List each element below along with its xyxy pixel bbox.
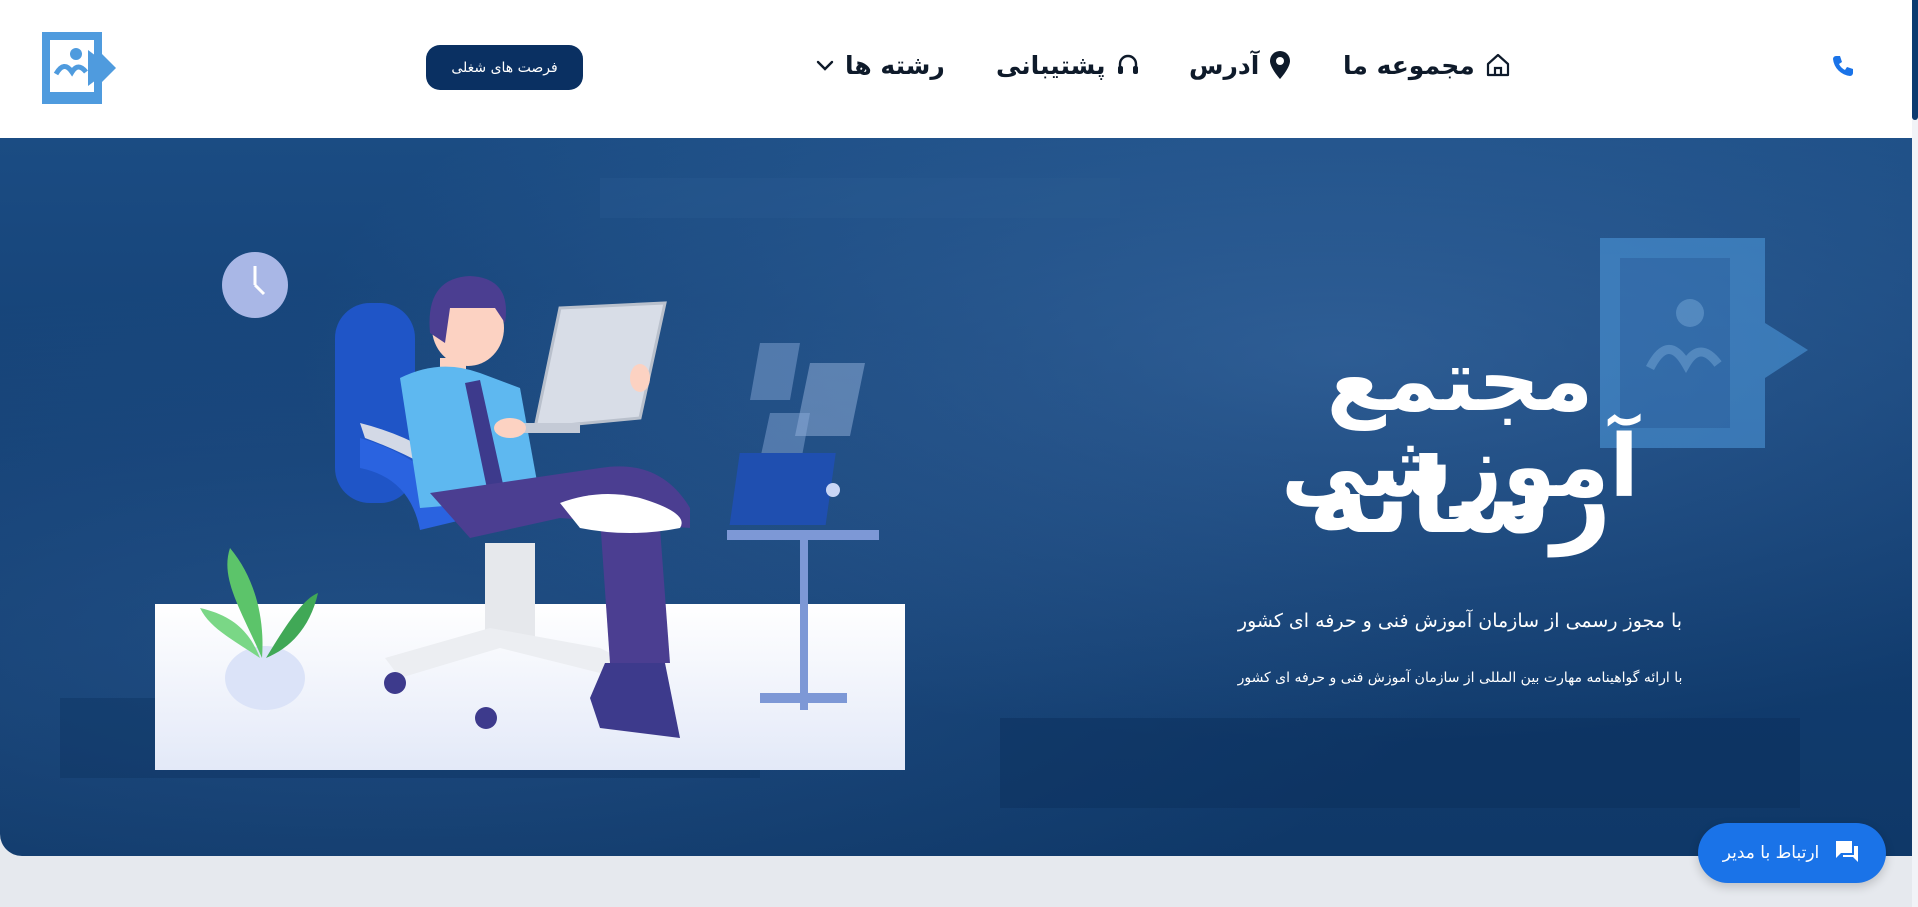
nav-about-label: مجموعه ما: [1343, 50, 1475, 80]
nav-item-address[interactable]: آدرس: [1189, 40, 1291, 90]
nav-item-about-us[interactable]: مجموعه ما: [1343, 40, 1511, 90]
home-icon: [1485, 52, 1511, 78]
contact-manager-label: ارتباط با مدیر: [1722, 843, 1820, 863]
scrollbar-thumb[interactable]: [1912, 0, 1918, 120]
site-logo[interactable]: [36, 28, 118, 108]
nav-support-label: پشتیبانی: [996, 50, 1106, 80]
nav-address-label: آدرس: [1189, 50, 1260, 80]
hero-subtitle-small: با ارائه گواهینامه مهارت بین المللی از س…: [1237, 670, 1683, 686]
site-header: فرصت های شغلی رشته ها پشتیبانی آدرس مجمو…: [0, 0, 1912, 138]
nav-fields-label: رشته ها: [845, 50, 945, 80]
hero-subtitle: با مجوز رسمی از سازمان آموزش فنی و حرفه …: [1237, 610, 1683, 632]
job-opportunities-button[interactable]: فرصت های شغلی: [426, 45, 583, 90]
contact-manager-button[interactable]: ارتباط با مدیر: [1698, 823, 1886, 883]
phone-icon[interactable]: [1830, 53, 1856, 79]
scrollbar-track[interactable]: [1912, 0, 1918, 907]
chevron-down-icon: [815, 55, 835, 75]
headset-icon: [1116, 53, 1140, 77]
hero-banner: مجتمع آموزشی رسانه با مجوز رسمی از سازما…: [0, 138, 1912, 856]
nav-item-fields[interactable]: رشته ها: [815, 40, 945, 90]
map-pin-icon: [1269, 50, 1291, 80]
hero-title-line2: رسانه: [1308, 435, 1612, 557]
chat-bubble-icon: [1833, 838, 1861, 869]
nav-item-support[interactable]: پشتیبانی: [996, 40, 1140, 90]
